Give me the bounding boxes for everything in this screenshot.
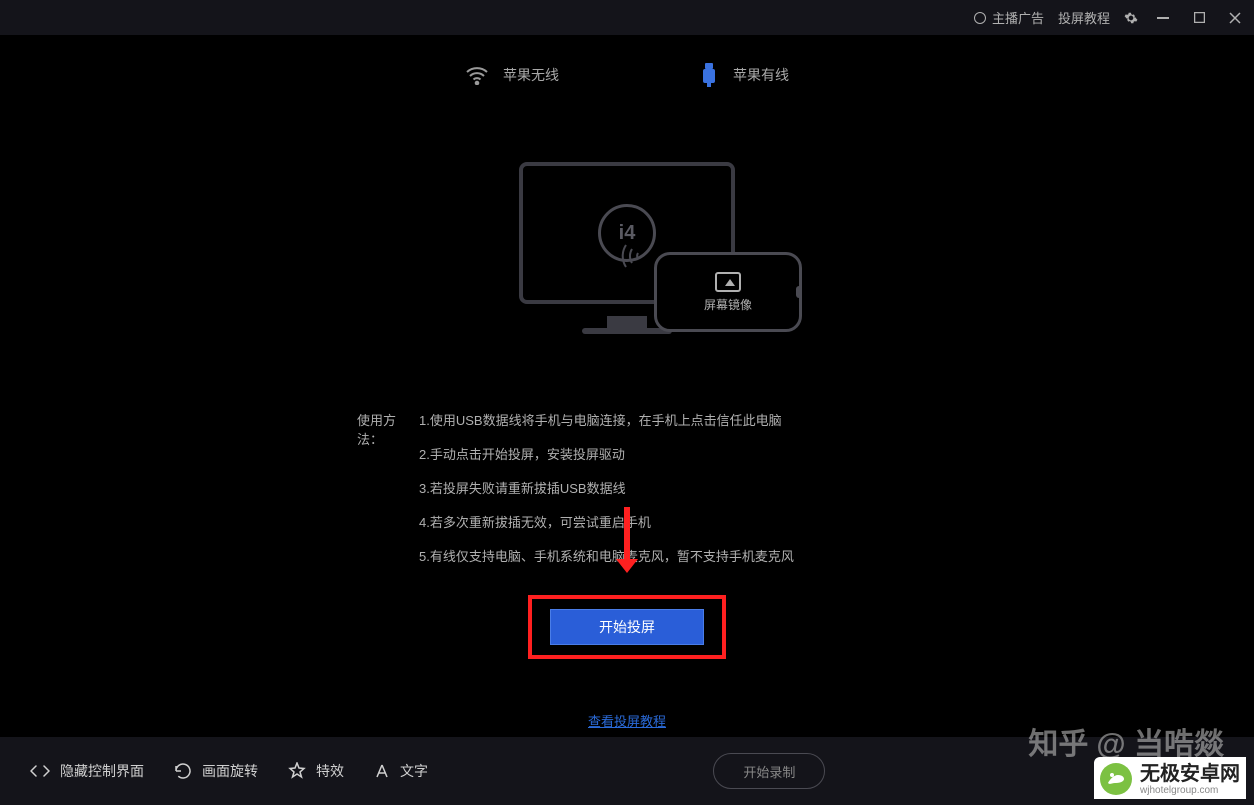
site-watermark: 无极安卓网 wjhotelgroup.com [1094, 757, 1246, 799]
instruction-step: 4.若多次重新拔插无效，可尝试重启手机 [419, 512, 794, 531]
effects-button[interactable]: 特效 [288, 761, 344, 781]
site-url: wjhotelgroup.com [1140, 785, 1240, 796]
phone-graphic: 屏幕镜像 [654, 252, 802, 332]
hide-ui-button[interactable]: 隐藏控制界面 [30, 761, 144, 781]
main-area: 苹果无线 苹果有线 i4 屏幕镜像 使用方法： [0, 35, 1254, 737]
site-name: 无极安卓网 [1140, 763, 1240, 785]
text-label: 文字 [400, 761, 428, 781]
instruction-step: 5.有线仅支持电脑、手机系统和电脑麦克风，暂不支持手机麦克风 [419, 546, 794, 565]
signal-waves-icon [620, 237, 658, 275]
zhihu-logo: 知乎 [1028, 719, 1088, 763]
settings-icon[interactable] [1124, 11, 1138, 25]
circle-icon [974, 12, 986, 24]
rotate-label: 画面旋转 [202, 761, 258, 781]
tab-wireless-label: 苹果无线 [503, 65, 559, 85]
screen-mirror-label: 屏幕镜像 [704, 296, 752, 313]
titlebar: 主播广告 投屏教程 [0, 0, 1254, 35]
tutorial-link[interactable]: 投屏教程 [1058, 8, 1110, 27]
start-cast-button[interactable]: 开始投屏 [550, 609, 704, 645]
wifi-icon [465, 65, 489, 85]
screen-mirror-icon [715, 272, 741, 292]
hide-ui-label: 隐藏控制界面 [60, 761, 144, 781]
broadcast-ad-label: 主播广告 [992, 8, 1044, 27]
instruction-step: 3.若投屏失败请重新拔插USB数据线 [419, 478, 794, 497]
close-button[interactable] [1224, 7, 1246, 29]
instruction-step: 2.手动点击开始投屏，安装投屏驱动 [419, 444, 794, 463]
illustration: i4 屏幕镜像 [0, 162, 1254, 342]
annotation-arrow [624, 507, 630, 567]
view-tutorial-link[interactable]: 查看投屏教程 [588, 711, 666, 730]
site-logo-icon [1098, 761, 1134, 797]
rotate-icon [174, 762, 192, 780]
instruction-step: 1.使用USB数据线将手机与电脑连接，在手机上点击信任此电脑 [419, 410, 794, 429]
connection-tabs: 苹果无线 苹果有线 [0, 35, 1254, 87]
tab-wired-label: 苹果有线 [733, 65, 789, 85]
rotate-button[interactable]: 画面旋转 [174, 761, 258, 781]
usb-icon [699, 63, 719, 87]
effects-icon [288, 762, 306, 780]
annotation-arrow-head [616, 559, 638, 573]
tab-wireless[interactable]: 苹果无线 [465, 63, 559, 87]
start-record-button[interactable]: 开始录制 [713, 753, 825, 789]
hide-icon [30, 764, 50, 778]
maximize-button[interactable] [1188, 7, 1210, 29]
tab-wired[interactable]: 苹果有线 [699, 63, 789, 87]
text-icon [374, 763, 390, 779]
minimize-button[interactable] [1152, 7, 1174, 29]
broadcast-ad-link[interactable]: 主播广告 [974, 8, 1044, 27]
effects-label: 特效 [316, 761, 344, 781]
annotation-highlight-box: 开始投屏 [528, 595, 726, 659]
text-button[interactable]: 文字 [374, 761, 428, 781]
instructions-label: 使用方法： [357, 410, 419, 565]
